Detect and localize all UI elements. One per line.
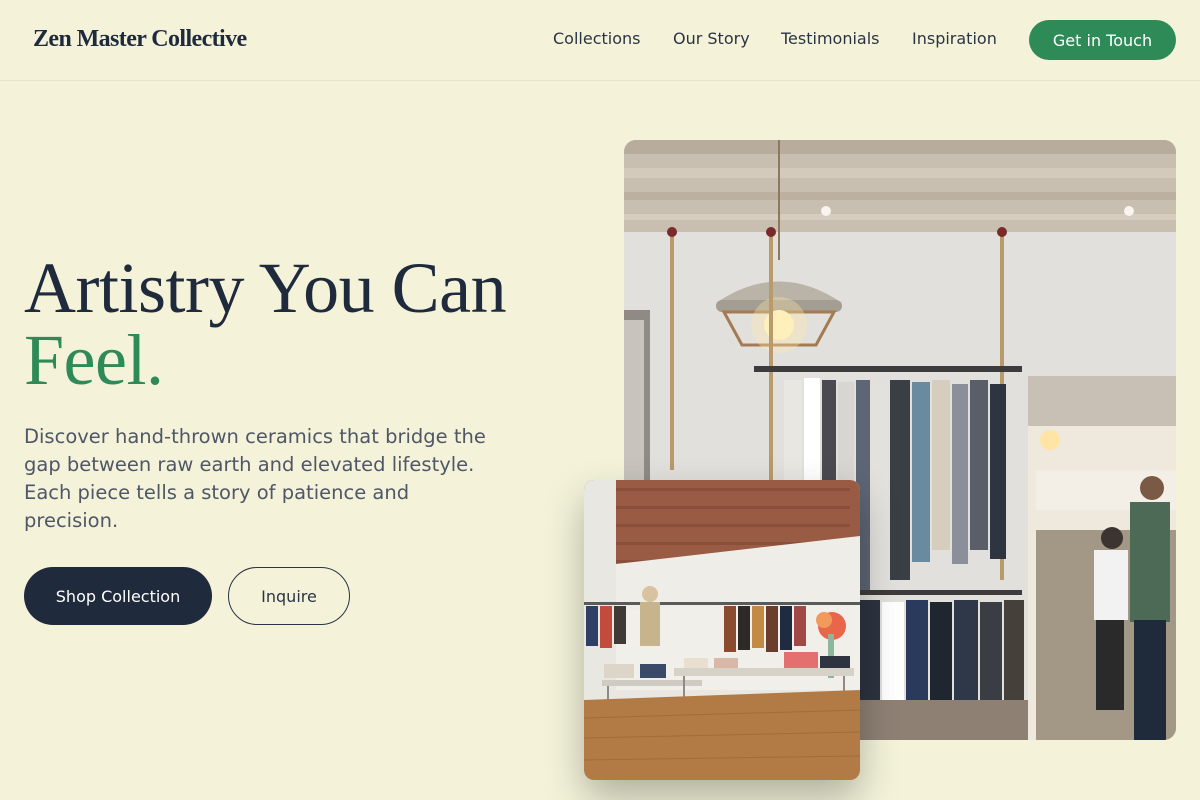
nav-link-inspiration[interactable]: Inspiration	[912, 29, 997, 48]
get-in-touch-button[interactable]: Get in Touch	[1029, 20, 1176, 60]
hero-title-line1: Artistry You Can	[24, 248, 507, 328]
site-logo[interactable]: Zen Master Collective	[33, 26, 247, 53]
hero-title-accent: Feel.	[24, 320, 164, 400]
nav-link-our-story[interactable]: Our Story	[673, 29, 750, 48]
site-header: Zen Master Collective Collections Our St…	[0, 0, 1200, 81]
nav-link-testimonials[interactable]: Testimonials	[781, 29, 880, 48]
shop-collection-button[interactable]: Shop Collection	[24, 567, 212, 625]
nav-link-collections[interactable]: Collections	[553, 29, 640, 48]
inquire-button[interactable]: Inquire	[228, 567, 350, 625]
hero-title: Artistry You Can Feel.	[24, 252, 507, 400]
hero-description: Discover hand-thrown ceramics that bridg…	[24, 425, 486, 532]
store-floor-illustration	[584, 480, 860, 780]
hero-image-secondary	[584, 480, 860, 780]
